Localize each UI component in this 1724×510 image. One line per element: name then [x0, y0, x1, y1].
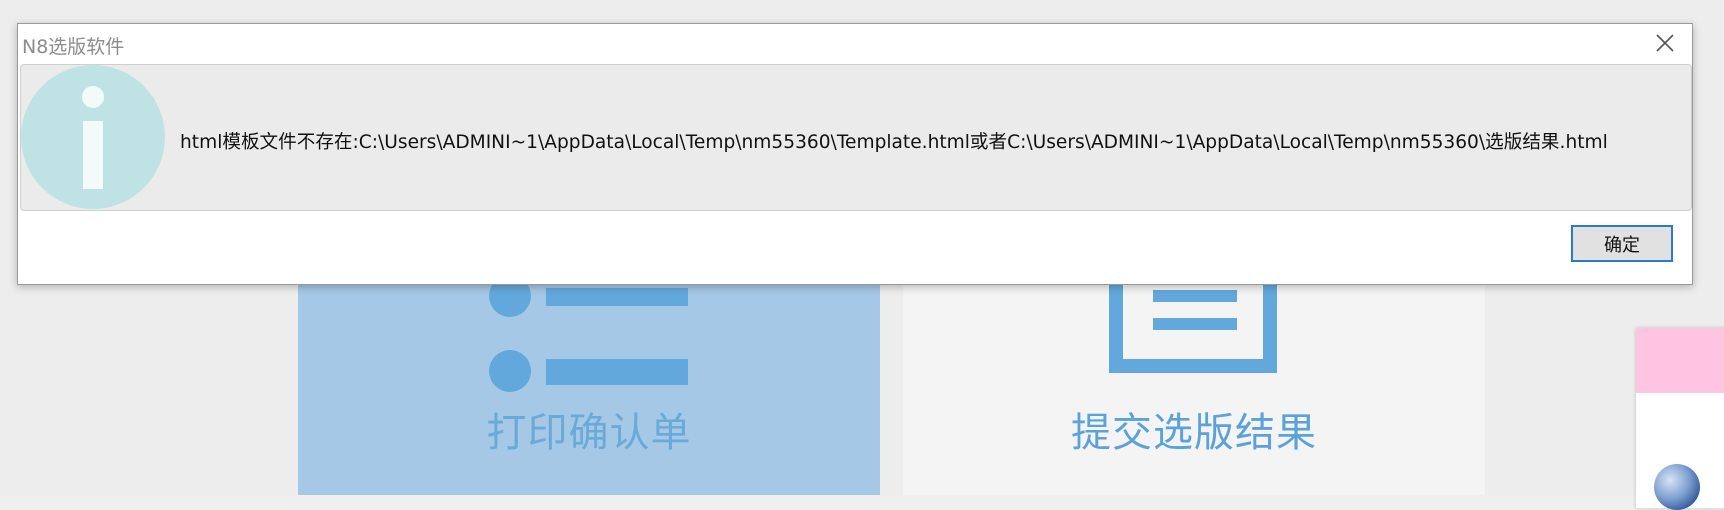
list-icon: [489, 280, 688, 392]
side-chat-card[interactable]: [1636, 328, 1724, 510]
avatar[interactable]: [1654, 464, 1700, 510]
close-button[interactable]: [1638, 24, 1692, 62]
error-message: html模板文件不存在:C:\Users\ADMINI~1\AppData\Lo…: [180, 132, 1608, 153]
side-card-header: [1636, 328, 1724, 393]
close-icon: [1656, 34, 1674, 52]
print-confirmation-label: 打印确认单: [486, 410, 692, 456]
message-panel: html模板文件不存在:C:\Users\ADMINI~1\AppData\Lo…: [20, 64, 1692, 211]
ok-button[interactable]: 确定: [1571, 225, 1673, 262]
message-dialog: N8选版软件 html模板文件不存在:C:\Users\ADMINI~1\App…: [17, 23, 1693, 285]
dialog-titlebar[interactable]: N8选版软件: [18, 24, 1692, 62]
info-icon: [21, 65, 165, 209]
submit-result-label: 提交选版结果: [1071, 410, 1317, 456]
dialog-title: N8选版软件: [22, 36, 125, 58]
